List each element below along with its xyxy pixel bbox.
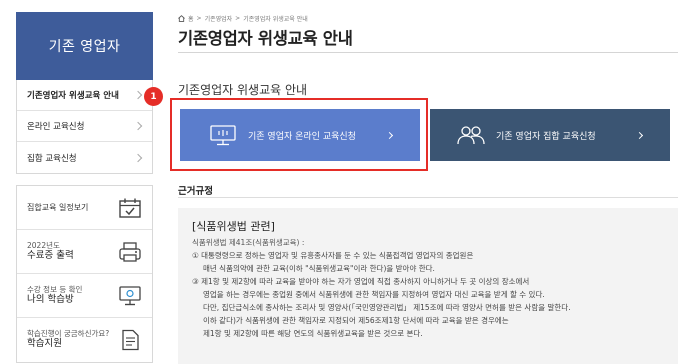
certificate-year: 2022년도 (27, 240, 60, 250)
sidebar-item-label: 온라인 교육신청 (27, 122, 85, 132)
basis-title: 근거규정 (178, 186, 213, 197)
breadcrumb-level2[interactable]: 기존영업자 위생교육 안내 (243, 14, 308, 23)
calendar-check-icon (119, 198, 141, 218)
page-title: 기존영업자 위생교육 안내 (178, 29, 353, 48)
certificate-link[interactable]: 2022년도 수료증 출력 (17, 230, 152, 274)
sidebar-item-group-apply[interactable]: 집합 교육신청 (17, 142, 152, 173)
learning-support-label: 학습지원 (27, 338, 62, 350)
my-study-room-label: 나의 학습방 (27, 293, 74, 305)
monitor-icon (210, 125, 236, 146)
sidebar-item-online-apply[interactable]: 온라인 교육신청 (17, 111, 152, 142)
chevron-right-icon (133, 153, 143, 162)
home-icon[interactable] (178, 14, 185, 22)
monitor-icon (119, 285, 141, 305)
group-apply-button[interactable]: 기존 영업자 집합 교육신청 (430, 109, 670, 161)
breadcrumb: 홈 > 기존영업자 > 기존영업자 위생교육 안내 (178, 14, 678, 23)
chevron-right-icon (635, 131, 644, 139)
chevron-right-icon (385, 131, 394, 139)
online-apply-label: 기존 영업자 온라인 교육신청 (248, 131, 356, 142)
group-apply-label: 기존 영업자 집합 교육신청 (496, 131, 596, 142)
main-content: 홈 > 기존영업자 > 기존영업자 위생교육 안내 기존영업자 위생교육 안내 … (170, 14, 678, 364)
divider (178, 52, 678, 53)
breadcrumb-home[interactable]: 홈 (188, 14, 194, 23)
law-line: 이하 같다)가 식품위생에 관한 책임자로 지정되어 제56조제1항 단서에 따… (203, 316, 509, 325)
sidebar-title: 기존 영업자 (16, 12, 153, 80)
law-line: 제1항 및 제2항에 따른 해당 연도의 식품위생교육을 받은 것으로 본다. (203, 329, 423, 338)
step-number-badge: 1 (144, 87, 163, 106)
my-study-room-link[interactable]: 수강 정보 등 확인 나의 학습방 (17, 274, 152, 318)
learning-support-link[interactable]: 학습진행이 궁금하신가요? 학습지원 (17, 318, 152, 362)
quick-links: 집합교육 일정보기 2022년도 수료증 출력 수강 정보 등 확인 나의 학습… (16, 185, 153, 363)
law-box: [식품위생법 관련] 식품위생법 제41조(식품위생교육) : ① 대통령령으로… (178, 208, 678, 364)
printer-icon (119, 241, 141, 262)
sidebar-item-hygiene-guide[interactable]: 기존영업자 위생교육 안내 (17, 80, 152, 111)
my-study-room-sub: 수강 정보 등 확인 (27, 284, 83, 294)
law-line: ① 대통령령으로 정하는 영업자 및 유흥종사자를 둔 수 있는 식품접객업 영… (192, 251, 474, 260)
divider (178, 197, 678, 198)
group-people-icon (457, 126, 485, 145)
section-title: 기존영업자 위생교육 안내 (178, 83, 308, 97)
law-article: 식품위생법 제41조(식품위생교육) : (192, 238, 305, 247)
online-apply-button[interactable]: 기존 영업자 온라인 교육신청 (180, 109, 420, 161)
sidebar-item-label: 기존영업자 위생교육 안내 (27, 91, 119, 101)
document-icon (122, 329, 139, 351)
chevron-right-icon (133, 121, 143, 131)
law-line: 다만, 집단급식소에 종사하는 조리사 및 영양사(「국민영양관리법」 제15조… (203, 303, 571, 312)
law-line: 영업을 하는 경우에는 종업원 중에서 식품위생에 관한 책임자를 지정하여 영… (203, 290, 545, 299)
chevron-right-icon (133, 90, 143, 100)
law-line: 매년 식품의약에 관한 교육(이하 "식품위생교육"이라 한다)을 받아야 한다… (203, 264, 435, 273)
schedule-link[interactable]: 집합교육 일정보기 (17, 186, 152, 230)
breadcrumb-level1[interactable]: 기존영업자 (205, 14, 233, 23)
law-line: ③ 제1항 및 제2항에 따라 교육을 받아야 하는 자가 영업에 직접 종사하… (192, 277, 530, 286)
schedule-label: 집합교육 일정보기 (27, 203, 89, 212)
sidebar-item-label: 집합 교육신청 (27, 153, 77, 164)
sidebar: 기존 영업자 기존영업자 위생교육 안내 온라인 교육신청 집합 교육신청 집합… (16, 12, 153, 364)
law-heading: [식품위생법 관련] (192, 220, 275, 233)
certificate-label: 수료증 출력 (27, 249, 74, 261)
sidebar-menu: 기존영업자 위생교육 안내 온라인 교육신청 집합 교육신청 (16, 80, 153, 174)
learning-support-sub: 학습진행이 궁금하신가요? (27, 329, 110, 339)
